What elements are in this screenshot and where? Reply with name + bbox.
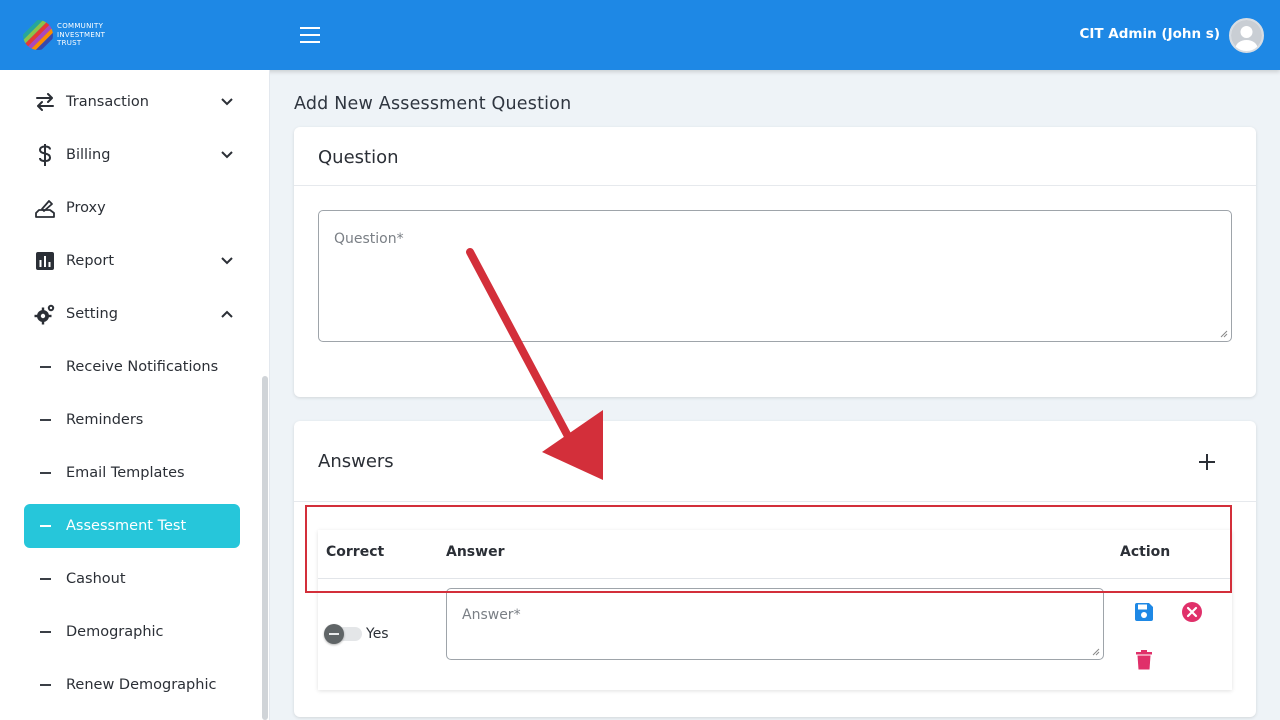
divider (294, 501, 1256, 502)
sidebar-item-label: Assessment Test (66, 518, 187, 534)
chevron-down-icon (221, 257, 233, 265)
column-header-action: Action (1120, 544, 1171, 560)
save-answer-button[interactable] (1132, 600, 1156, 624)
sidebar-item-transaction[interactable]: Transaction (24, 80, 240, 124)
user-name[interactable]: CIT Admin (John s) (1079, 26, 1220, 42)
resize-grip-icon[interactable] (1092, 648, 1100, 656)
cancel-answer-button[interactable] (1180, 600, 1204, 624)
sidebar-item-label: Transaction (66, 94, 149, 110)
sidebar-item-label: Renew Demographic (66, 677, 217, 693)
user-silhouette-icon (1231, 20, 1262, 51)
answer-input[interactable] (447, 589, 1103, 659)
trash-icon (1136, 650, 1152, 670)
brand-logo[interactable]: COMMUNITY INVESTMENT TRUST (22, 18, 122, 52)
answer-field[interactable] (446, 588, 1104, 660)
sidebar-item-label: Receive Notifications (66, 359, 219, 375)
sidebar-item-label: Proxy (66, 200, 106, 216)
answers-table: Correct Answer Action Yes (318, 530, 1232, 690)
question-field[interactable] (318, 210, 1232, 342)
transfer-arrows-icon (36, 93, 54, 111)
top-app-bar: COMMUNITY INVESTMENT TRUST CIT Admin (Jo… (0, 0, 1280, 70)
sidebar-item-renew-demographic[interactable]: Renew Demographic (24, 663, 240, 707)
sidebar-item-label: Billing (66, 147, 111, 163)
sidebar-item-label: Cashout (66, 571, 126, 587)
correct-toggle-label: Yes (366, 626, 389, 642)
toggle-knob (324, 624, 344, 644)
divider (294, 185, 1256, 186)
hand-pen-icon (35, 200, 55, 218)
close-circle-icon (1182, 602, 1202, 622)
sidebar-scrollbar[interactable] (262, 376, 268, 720)
question-card: Question (294, 127, 1256, 397)
floppy-disk-icon (1135, 603, 1153, 621)
brand-name: COMMUNITY INVESTMENT TRUST (57, 22, 106, 47)
sidebar-item-proxy[interactable]: Proxy (24, 186, 240, 230)
sidebar-item-report[interactable]: Report (24, 239, 240, 283)
column-header-answer: Answer (446, 544, 505, 560)
sidebar-item-label: Setting (66, 306, 118, 322)
divider (318, 578, 1232, 579)
sidebar-item-label: Report (66, 253, 115, 269)
page-title: Add New Assessment Question (294, 94, 572, 114)
dash-icon (39, 366, 51, 368)
sidebar-item-setting[interactable]: Setting (24, 292, 240, 336)
card-title: Question (318, 147, 399, 168)
dash-icon (39, 525, 51, 527)
dash-icon (39, 631, 51, 633)
dash-icon (39, 419, 51, 421)
sidebar-item-demographic[interactable]: Demographic (24, 610, 240, 654)
sidebar-item-billing[interactable]: Billing (24, 133, 240, 177)
dash-icon (39, 472, 51, 474)
dash-icon (39, 578, 51, 580)
chevron-down-icon (221, 151, 233, 159)
delete-answer-button[interactable] (1132, 648, 1156, 672)
sidebar-item-label: Demographic (66, 624, 164, 640)
sidebar-item-cashout[interactable]: Cashout (24, 557, 240, 601)
dollar-icon (38, 144, 52, 166)
chevron-down-icon (221, 98, 233, 106)
avatar[interactable] (1229, 18, 1264, 53)
sidebar-item-label: Email Templates (66, 465, 185, 481)
gears-icon (34, 304, 55, 325)
add-answer-button[interactable] (1196, 451, 1218, 473)
sidebar-item-label: Reminders (66, 412, 144, 428)
hamburger-menu-icon[interactable] (296, 22, 324, 48)
stripes-logo-icon (23, 20, 53, 50)
bar-chart-icon (36, 252, 54, 270)
chevron-up-icon (221, 310, 233, 318)
sidebar-item-email-templates[interactable]: Email Templates (24, 451, 240, 495)
correct-toggle[interactable] (324, 624, 362, 644)
resize-grip-icon[interactable] (1220, 330, 1228, 338)
sidebar-item-receive-notifications[interactable]: Receive Notifications (24, 345, 240, 389)
dash-icon (39, 684, 51, 686)
sidebar-item-assessment-test[interactable]: Assessment Test (24, 504, 240, 548)
column-header-correct: Correct (326, 544, 385, 560)
sidebar-item-reminders[interactable]: Reminders (24, 398, 240, 442)
question-input[interactable] (319, 211, 1231, 341)
card-title: Answers (318, 451, 394, 472)
